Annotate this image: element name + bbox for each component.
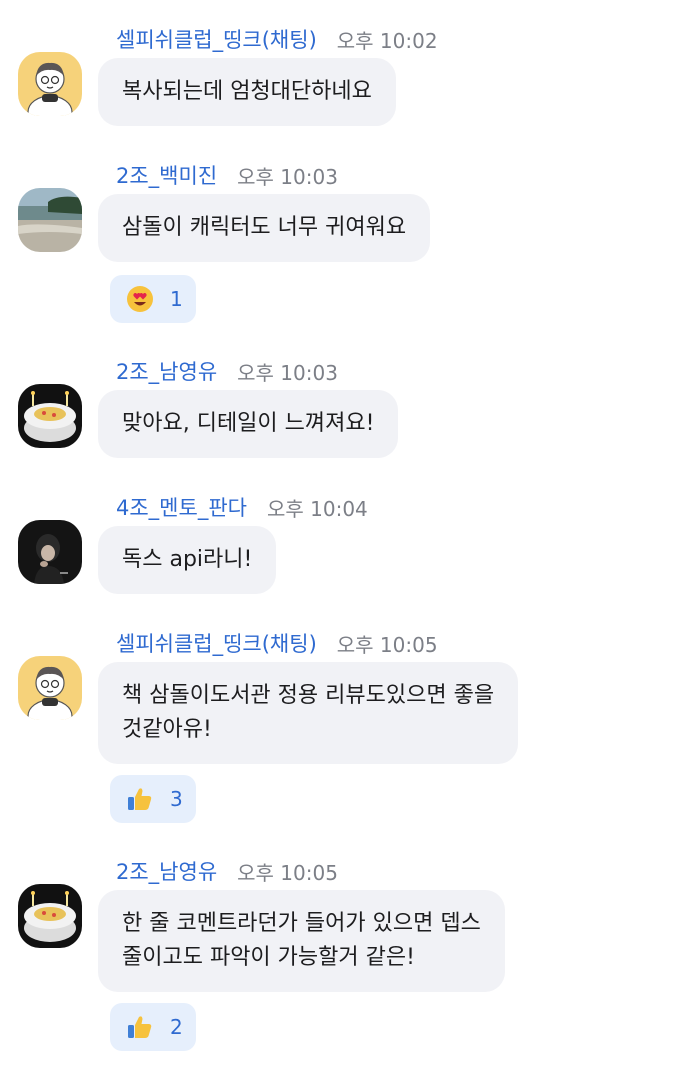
message-time: 오후 10:02 bbox=[336, 28, 438, 53]
message-header: 셀피쉬클럽_띵크(채팅) 오후 10:05 bbox=[116, 628, 438, 658]
message-bubble[interactable]: 책 삼돌이도서관 정용 리뷰도있으면 좋을 것같아유! bbox=[98, 662, 519, 764]
message-bubble[interactable]: 독스 api라니! bbox=[98, 526, 277, 594]
sender-name[interactable]: 셀피쉬클럽_띵크(채팅) bbox=[116, 24, 317, 54]
thumbs-up-icon bbox=[126, 785, 154, 813]
boy-character-avatar[interactable] bbox=[18, 656, 82, 720]
reaction-chip[interactable]: 2 bbox=[110, 1003, 196, 1051]
message-time: 오후 10:05 bbox=[237, 860, 338, 885]
message-header: 셀피쉬클럽_띵크(채팅) 오후 10:02 bbox=[116, 24, 438, 54]
thumbs-up-icon bbox=[126, 1013, 154, 1041]
sender-name[interactable]: 2조_백미진 bbox=[116, 160, 217, 190]
cake-photo-avatar[interactable] bbox=[18, 884, 82, 948]
dark-portrait-avatar[interactable] bbox=[18, 520, 82, 584]
reaction-chip[interactable]: 3 bbox=[110, 775, 196, 823]
reaction-count: 1 bbox=[170, 287, 183, 311]
sender-name[interactable]: 2조_남영유 bbox=[116, 856, 217, 886]
message-time: 오후 10:03 bbox=[237, 360, 338, 385]
chat-message-list: 셀피쉬클럽_띵크(채팅) 오후 10:02 복사되는데 엄청대단하네요 2조_백… bbox=[0, 0, 690, 1082]
boy-character-avatar[interactable] bbox=[18, 52, 82, 116]
message-header: 2조_남영유 오후 10:05 bbox=[116, 856, 338, 886]
message-bubble[interactable]: 한 줄 코멘트라던가 들어가 있으면 뎁스 줄이고도 파악이 가능할거 같은! bbox=[98, 890, 505, 992]
beach-photo-avatar[interactable] bbox=[18, 188, 82, 252]
message-time: 오후 10:03 bbox=[237, 164, 338, 189]
cake-photo-avatar[interactable] bbox=[18, 384, 82, 448]
message-bubble[interactable]: 맞아요, 디테일이 느껴져요! bbox=[98, 390, 399, 458]
message-header: 2조_백미진 오후 10:03 bbox=[116, 160, 338, 190]
sender-name[interactable]: 4조_멘토_판다 bbox=[116, 492, 247, 522]
message-header: 2조_남영유 오후 10:03 bbox=[116, 356, 338, 386]
message-header: 4조_멘토_판다 오후 10:04 bbox=[116, 492, 368, 522]
message-bubble[interactable]: 삼돌이 캐릭터도 너무 귀여워요 bbox=[98, 194, 431, 262]
reaction-count: 2 bbox=[170, 1015, 183, 1039]
reaction-count: 3 bbox=[170, 787, 183, 811]
heart-eyes-icon bbox=[126, 285, 154, 313]
sender-name[interactable]: 셀피쉬클럽_띵크(채팅) bbox=[116, 628, 317, 658]
sender-name[interactable]: 2조_남영유 bbox=[116, 356, 217, 386]
message-time: 오후 10:04 bbox=[266, 496, 368, 521]
message-bubble[interactable]: 복사되는데 엄청대단하네요 bbox=[98, 58, 396, 126]
reaction-chip[interactable]: 1 bbox=[110, 275, 196, 323]
message-time: 오후 10:05 bbox=[336, 632, 438, 657]
